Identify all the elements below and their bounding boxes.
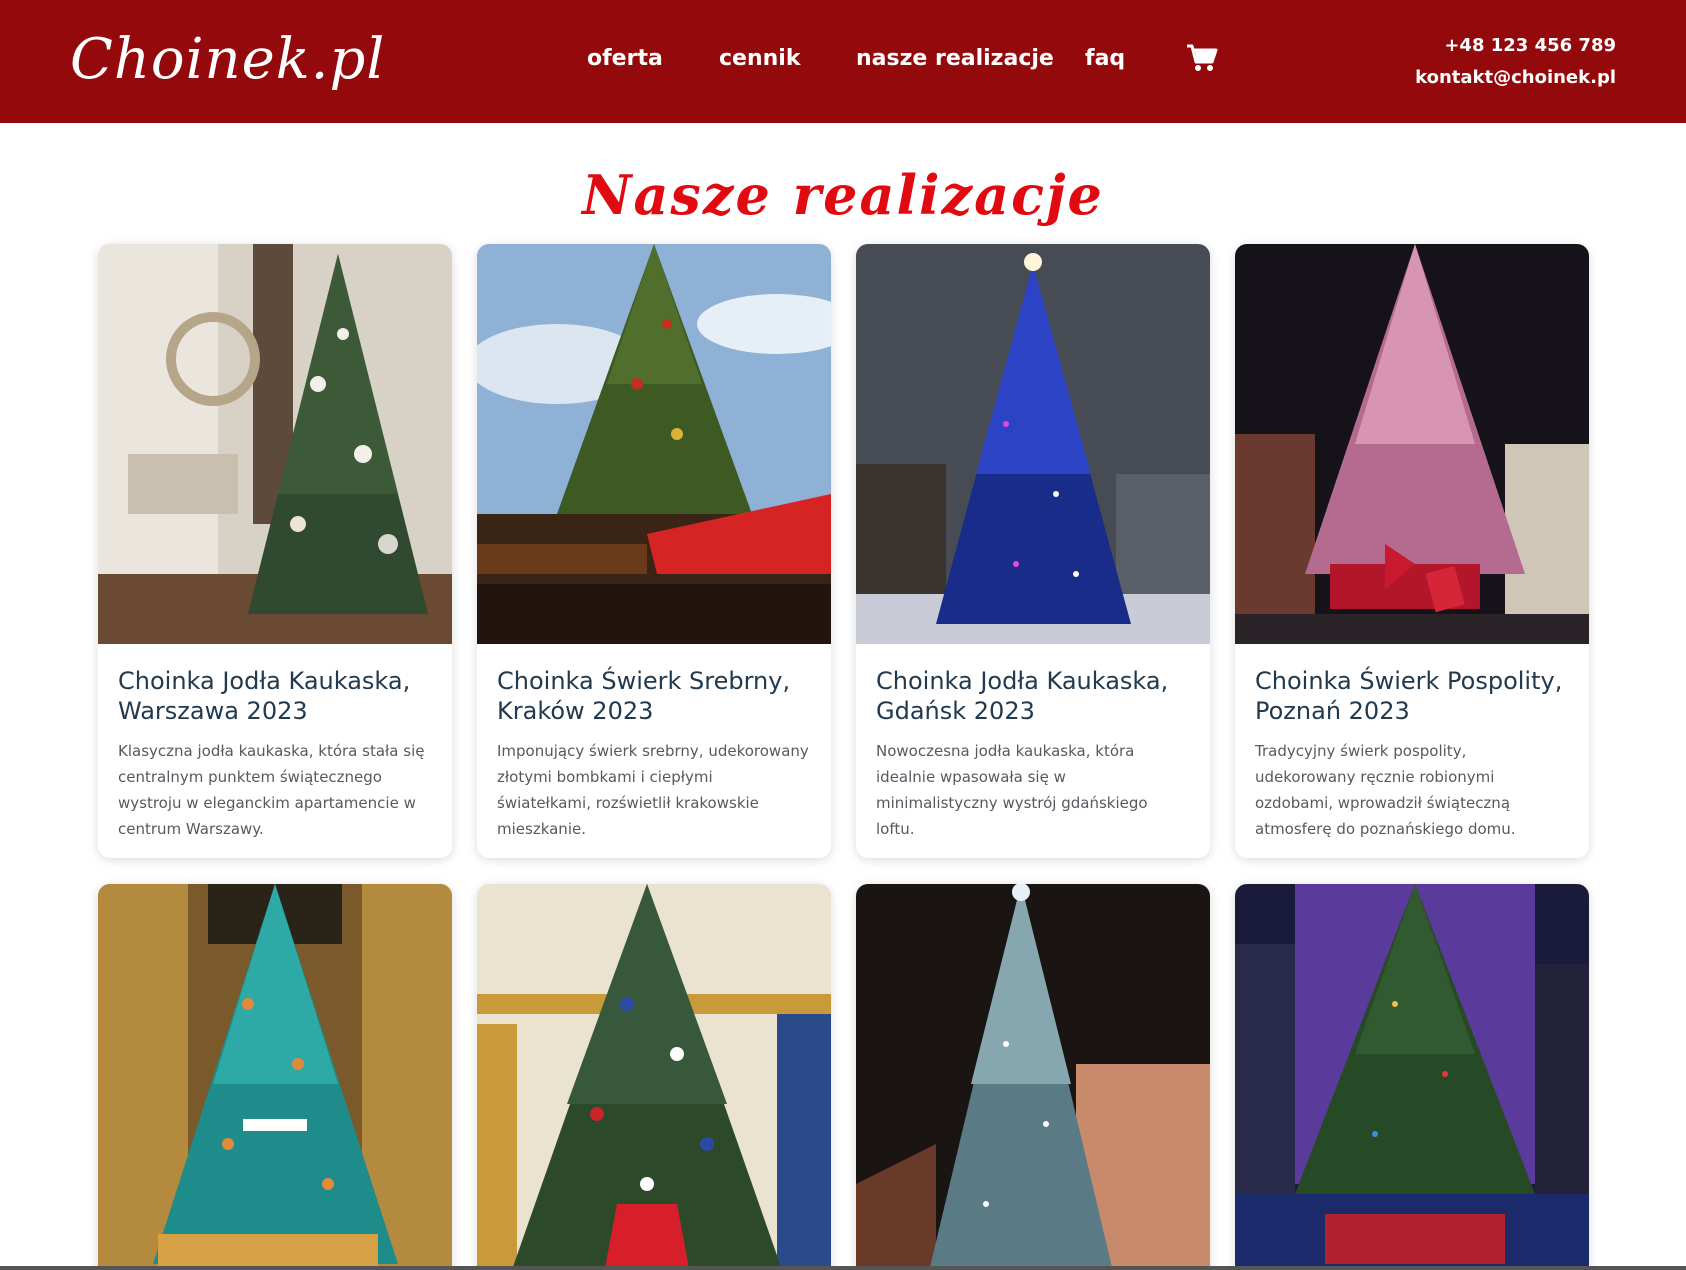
realization-card[interactable]: Choinka Świerk Pospolity, Poznań 2023 Tr… bbox=[1235, 244, 1589, 858]
nav-nasze-realizacje[interactable]: nasze realizacje bbox=[856, 42, 1054, 76]
realization-card[interactable]: Choinka Jodła Kaukaska, Gdańsk 2023 Nowo… bbox=[856, 244, 1210, 858]
email-link[interactable]: kontakt@choinek.pl bbox=[1415, 62, 1616, 94]
card-body: Choinka Świerk Pospolity, Poznań 2023 Tr… bbox=[1235, 644, 1589, 858]
bottom-edge bbox=[0, 1266, 1686, 1270]
card-description: Imponujący świerk srebrny, udekorowany z… bbox=[497, 742, 809, 838]
card-description: Tradycyjny świerk pospolity, udekorowany… bbox=[1255, 742, 1516, 838]
nav-cennik[interactable]: cennik bbox=[719, 42, 800, 76]
card-title: Choinka Świerk Pospolity, Poznań 2023 bbox=[1255, 667, 1563, 725]
card-body: Choinka Świerk Srebrny, Kraków 2023 Impo… bbox=[477, 644, 831, 858]
realization-card[interactable] bbox=[856, 884, 1210, 1270]
tree-photo bbox=[477, 244, 831, 644]
tree-photo bbox=[1235, 244, 1589, 644]
nav-faq[interactable]: faq bbox=[1085, 42, 1125, 76]
tree-photo bbox=[98, 884, 452, 1270]
realization-card[interactable]: Choinka Świerk Srebrny, Kraków 2023 Impo… bbox=[477, 244, 831, 858]
card-description: Nowoczesna jodła kaukaska, która idealni… bbox=[876, 742, 1148, 838]
card-description: Klasyczna jodła kaukaska, która stała si… bbox=[118, 742, 425, 838]
realization-card[interactable] bbox=[98, 884, 452, 1270]
tree-photo bbox=[1235, 884, 1589, 1270]
tree-photo bbox=[856, 244, 1210, 644]
tree-photo bbox=[98, 244, 452, 644]
nav-oferta[interactable]: oferta bbox=[587, 42, 663, 76]
page-title: Nasze realizacje bbox=[582, 163, 1104, 227]
card-body: Choinka Jodła Kaukaska, Warszawa 2023 Kl… bbox=[98, 644, 452, 858]
tree-photo bbox=[477, 884, 831, 1270]
card-title: Choinka Jodła Kaukaska, Warszawa 2023 bbox=[118, 667, 411, 725]
card-title: Choinka Jodła Kaukaska, Gdańsk 2023 bbox=[876, 667, 1169, 725]
shopping-cart-icon[interactable] bbox=[1186, 43, 1218, 73]
site-header: Choinek.pl oferta cennik nasze realizacj… bbox=[0, 0, 1686, 123]
card-body: Choinka Jodła Kaukaska, Gdańsk 2023 Nowo… bbox=[856, 644, 1210, 858]
realization-card[interactable]: Choinka Jodła Kaukaska, Warszawa 2023 Kl… bbox=[98, 244, 452, 858]
tree-photo bbox=[856, 884, 1210, 1270]
realization-card[interactable] bbox=[1235, 884, 1589, 1270]
realization-card[interactable] bbox=[477, 884, 831, 1270]
card-title: Choinka Świerk Srebrny, Kraków 2023 bbox=[497, 667, 791, 725]
contact-info: +48 123 456 789 kontakt@choinek.pl bbox=[1415, 30, 1616, 94]
phone-link[interactable]: +48 123 456 789 bbox=[1415, 30, 1616, 62]
